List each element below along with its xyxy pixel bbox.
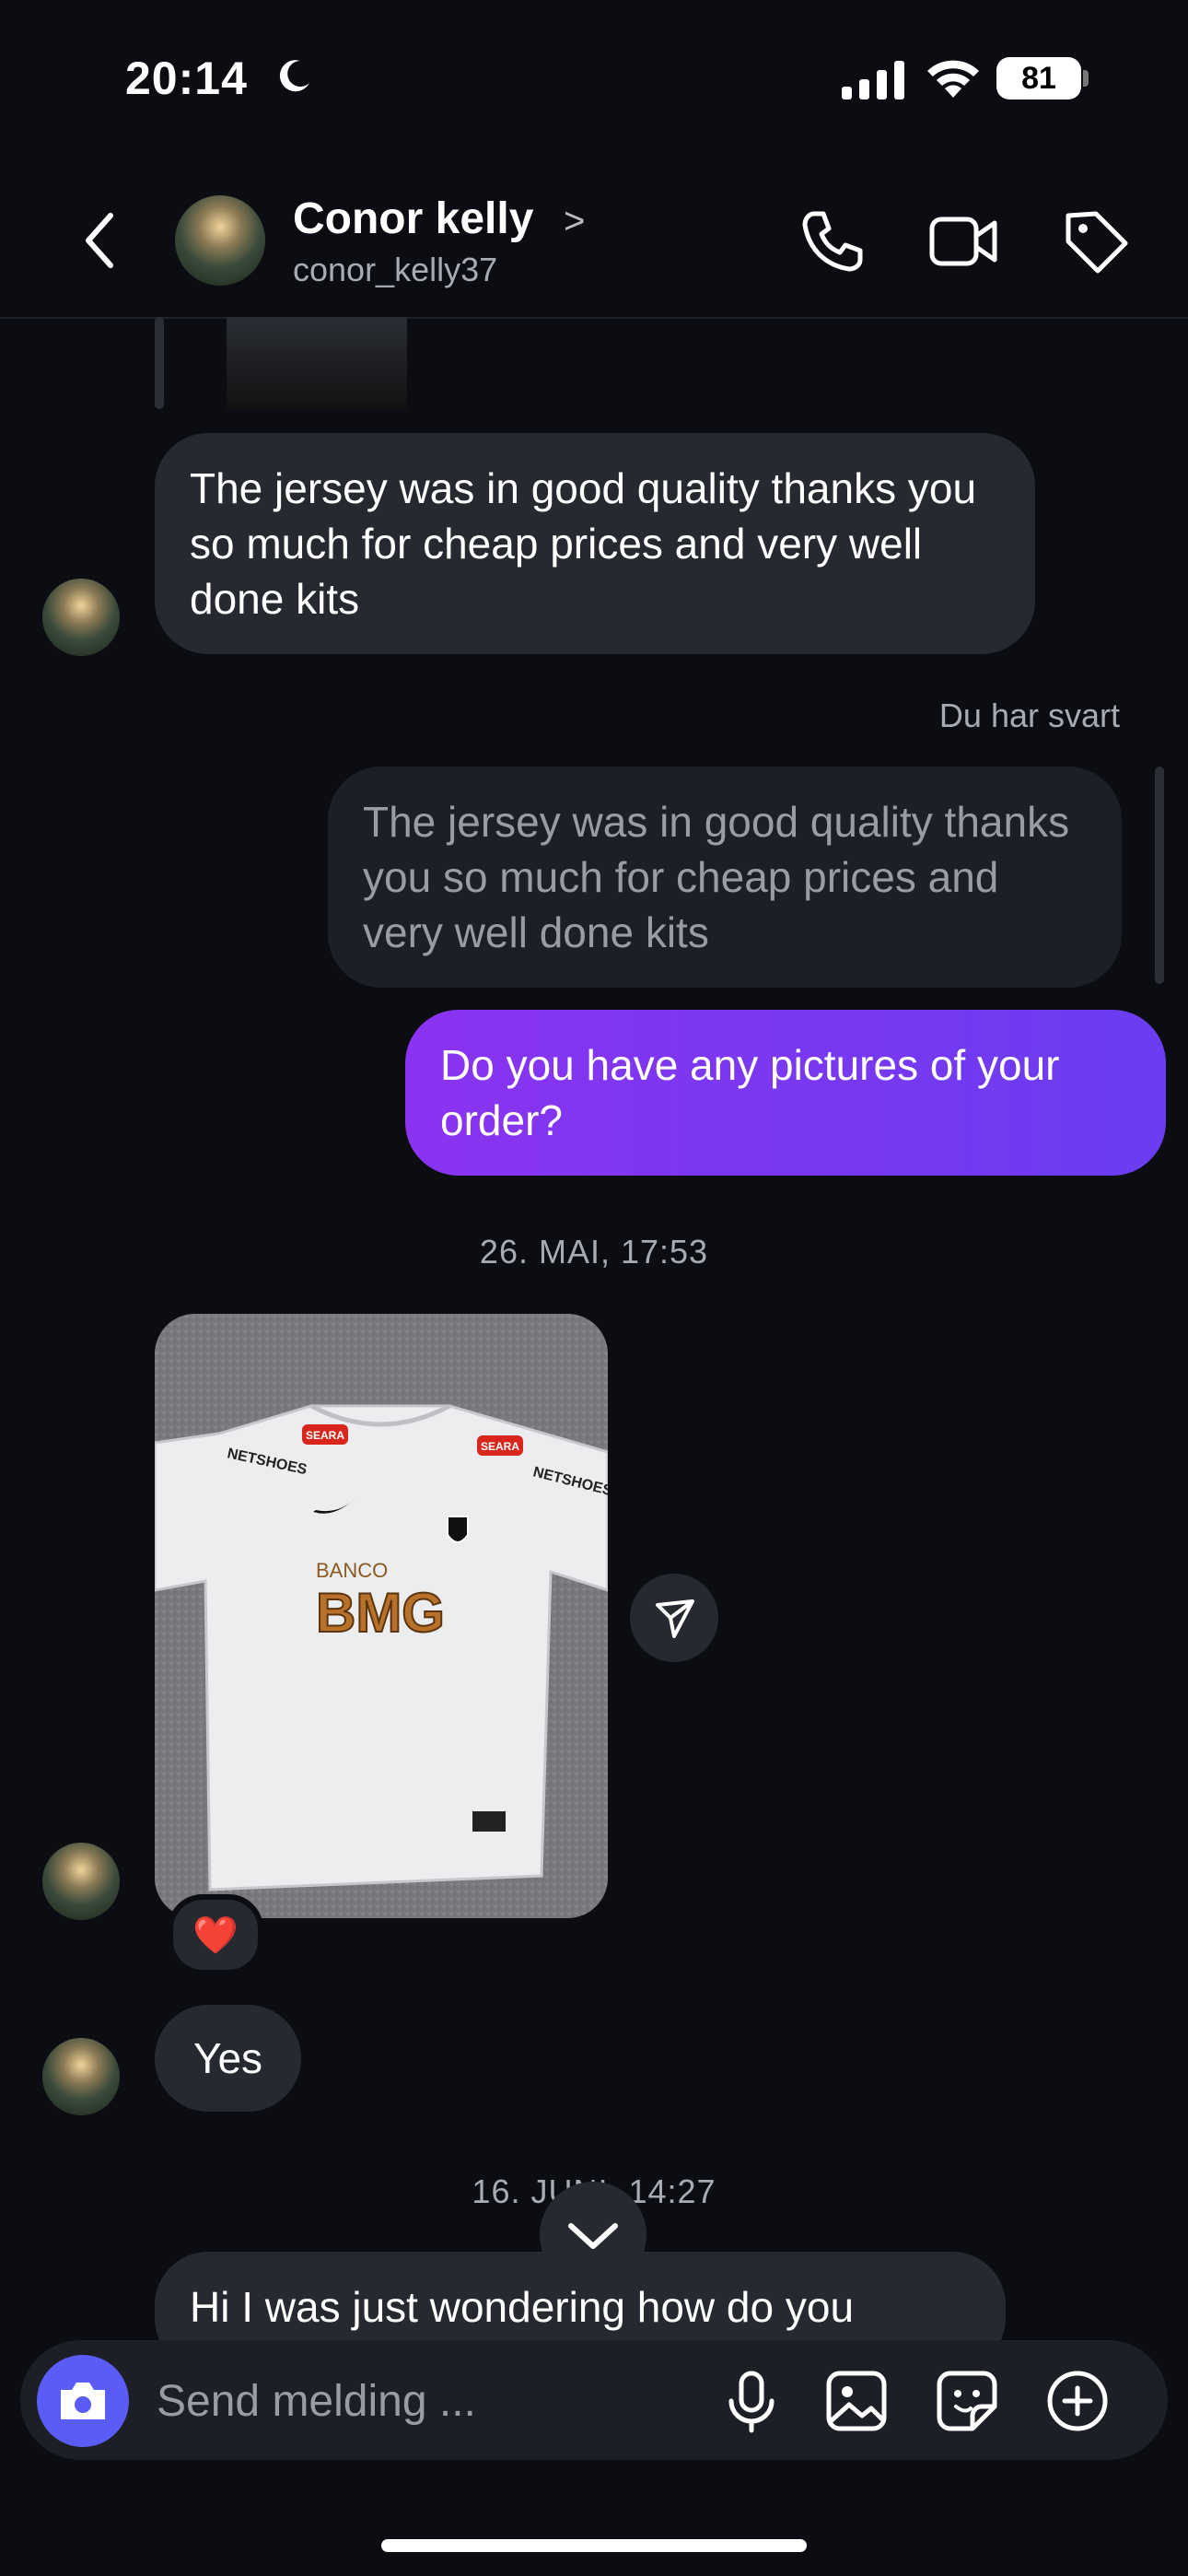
sender-avatar[interactable] (42, 2038, 120, 2115)
sender-avatar[interactable] (42, 1843, 120, 1920)
image-thumbnail[interactable] (227, 317, 407, 409)
mic-icon[interactable] (715, 2364, 788, 2438)
quoted-message[interactable]: The jersey was in good quality thanks yo… (328, 767, 1122, 988)
message-sent[interactable]: Do you have any pictures of your order? (405, 1010, 1166, 1176)
send-icon (656, 1599, 694, 1638)
chevron-right-icon[interactable]: > (564, 201, 585, 242)
reaction-heart[interactable]: ❤️ (168, 1894, 263, 1975)
message-received-yes[interactable]: Yes (155, 2005, 302, 2112)
gallery-icon[interactable] (820, 2364, 893, 2438)
reply-bar (155, 317, 164, 409)
sender-avatar[interactable] (42, 579, 120, 656)
replied-label: Du har svart (938, 697, 1120, 734)
jersey-photo: SEARA SEARA NETSHOES NETSHOES BANCO BMG (155, 1314, 608, 1918)
share-button[interactable] (630, 1574, 718, 1662)
signal-icon (842, 61, 904, 100)
photo-message[interactable]: SEARA SEARA NETSHOES NETSHOES BANCO BMG (155, 1314, 608, 1918)
contact-name[interactable]: Conor kelly (293, 193, 533, 244)
moon-icon (279, 60, 309, 92)
sticker-icon[interactable] (930, 2364, 1004, 2438)
video-icon[interactable] (926, 205, 1000, 278)
battery-indicator: 81 (996, 57, 1081, 100)
sponsor-top-left: SEARA (306, 1429, 344, 1442)
home-indicator[interactable] (381, 2539, 807, 2552)
phone-icon[interactable] (796, 205, 869, 278)
scroll-to-bottom-button[interactable] (540, 2182, 646, 2289)
quote-bar (1155, 767, 1164, 984)
sponsor-small: BANCO (316, 1559, 388, 1582)
message-input[interactable] (155, 2370, 674, 2432)
date-separator: 26. MAI, 17:53 (479, 1233, 709, 1270)
contact-avatar[interactable] (175, 195, 265, 286)
camera-icon (61, 2383, 105, 2419)
back-icon[interactable] (77, 208, 123, 273)
status-time: 20:14 (125, 53, 248, 104)
sponsor-main: BMG (316, 1582, 445, 1644)
plus-icon[interactable] (1041, 2364, 1114, 2438)
message-received[interactable]: The jersey was in good quality thanks yo… (155, 433, 1035, 654)
tag-icon[interactable] (1059, 205, 1133, 278)
camera-button[interactable] (37, 2355, 129, 2447)
contact-username[interactable]: conor_kelly37 (293, 251, 497, 289)
chevron-down-icon (568, 2223, 618, 2249)
battery-tip (1083, 70, 1089, 87)
wifi-icon (927, 60, 979, 98)
sponsor-top-right: SEARA (481, 1440, 519, 1453)
